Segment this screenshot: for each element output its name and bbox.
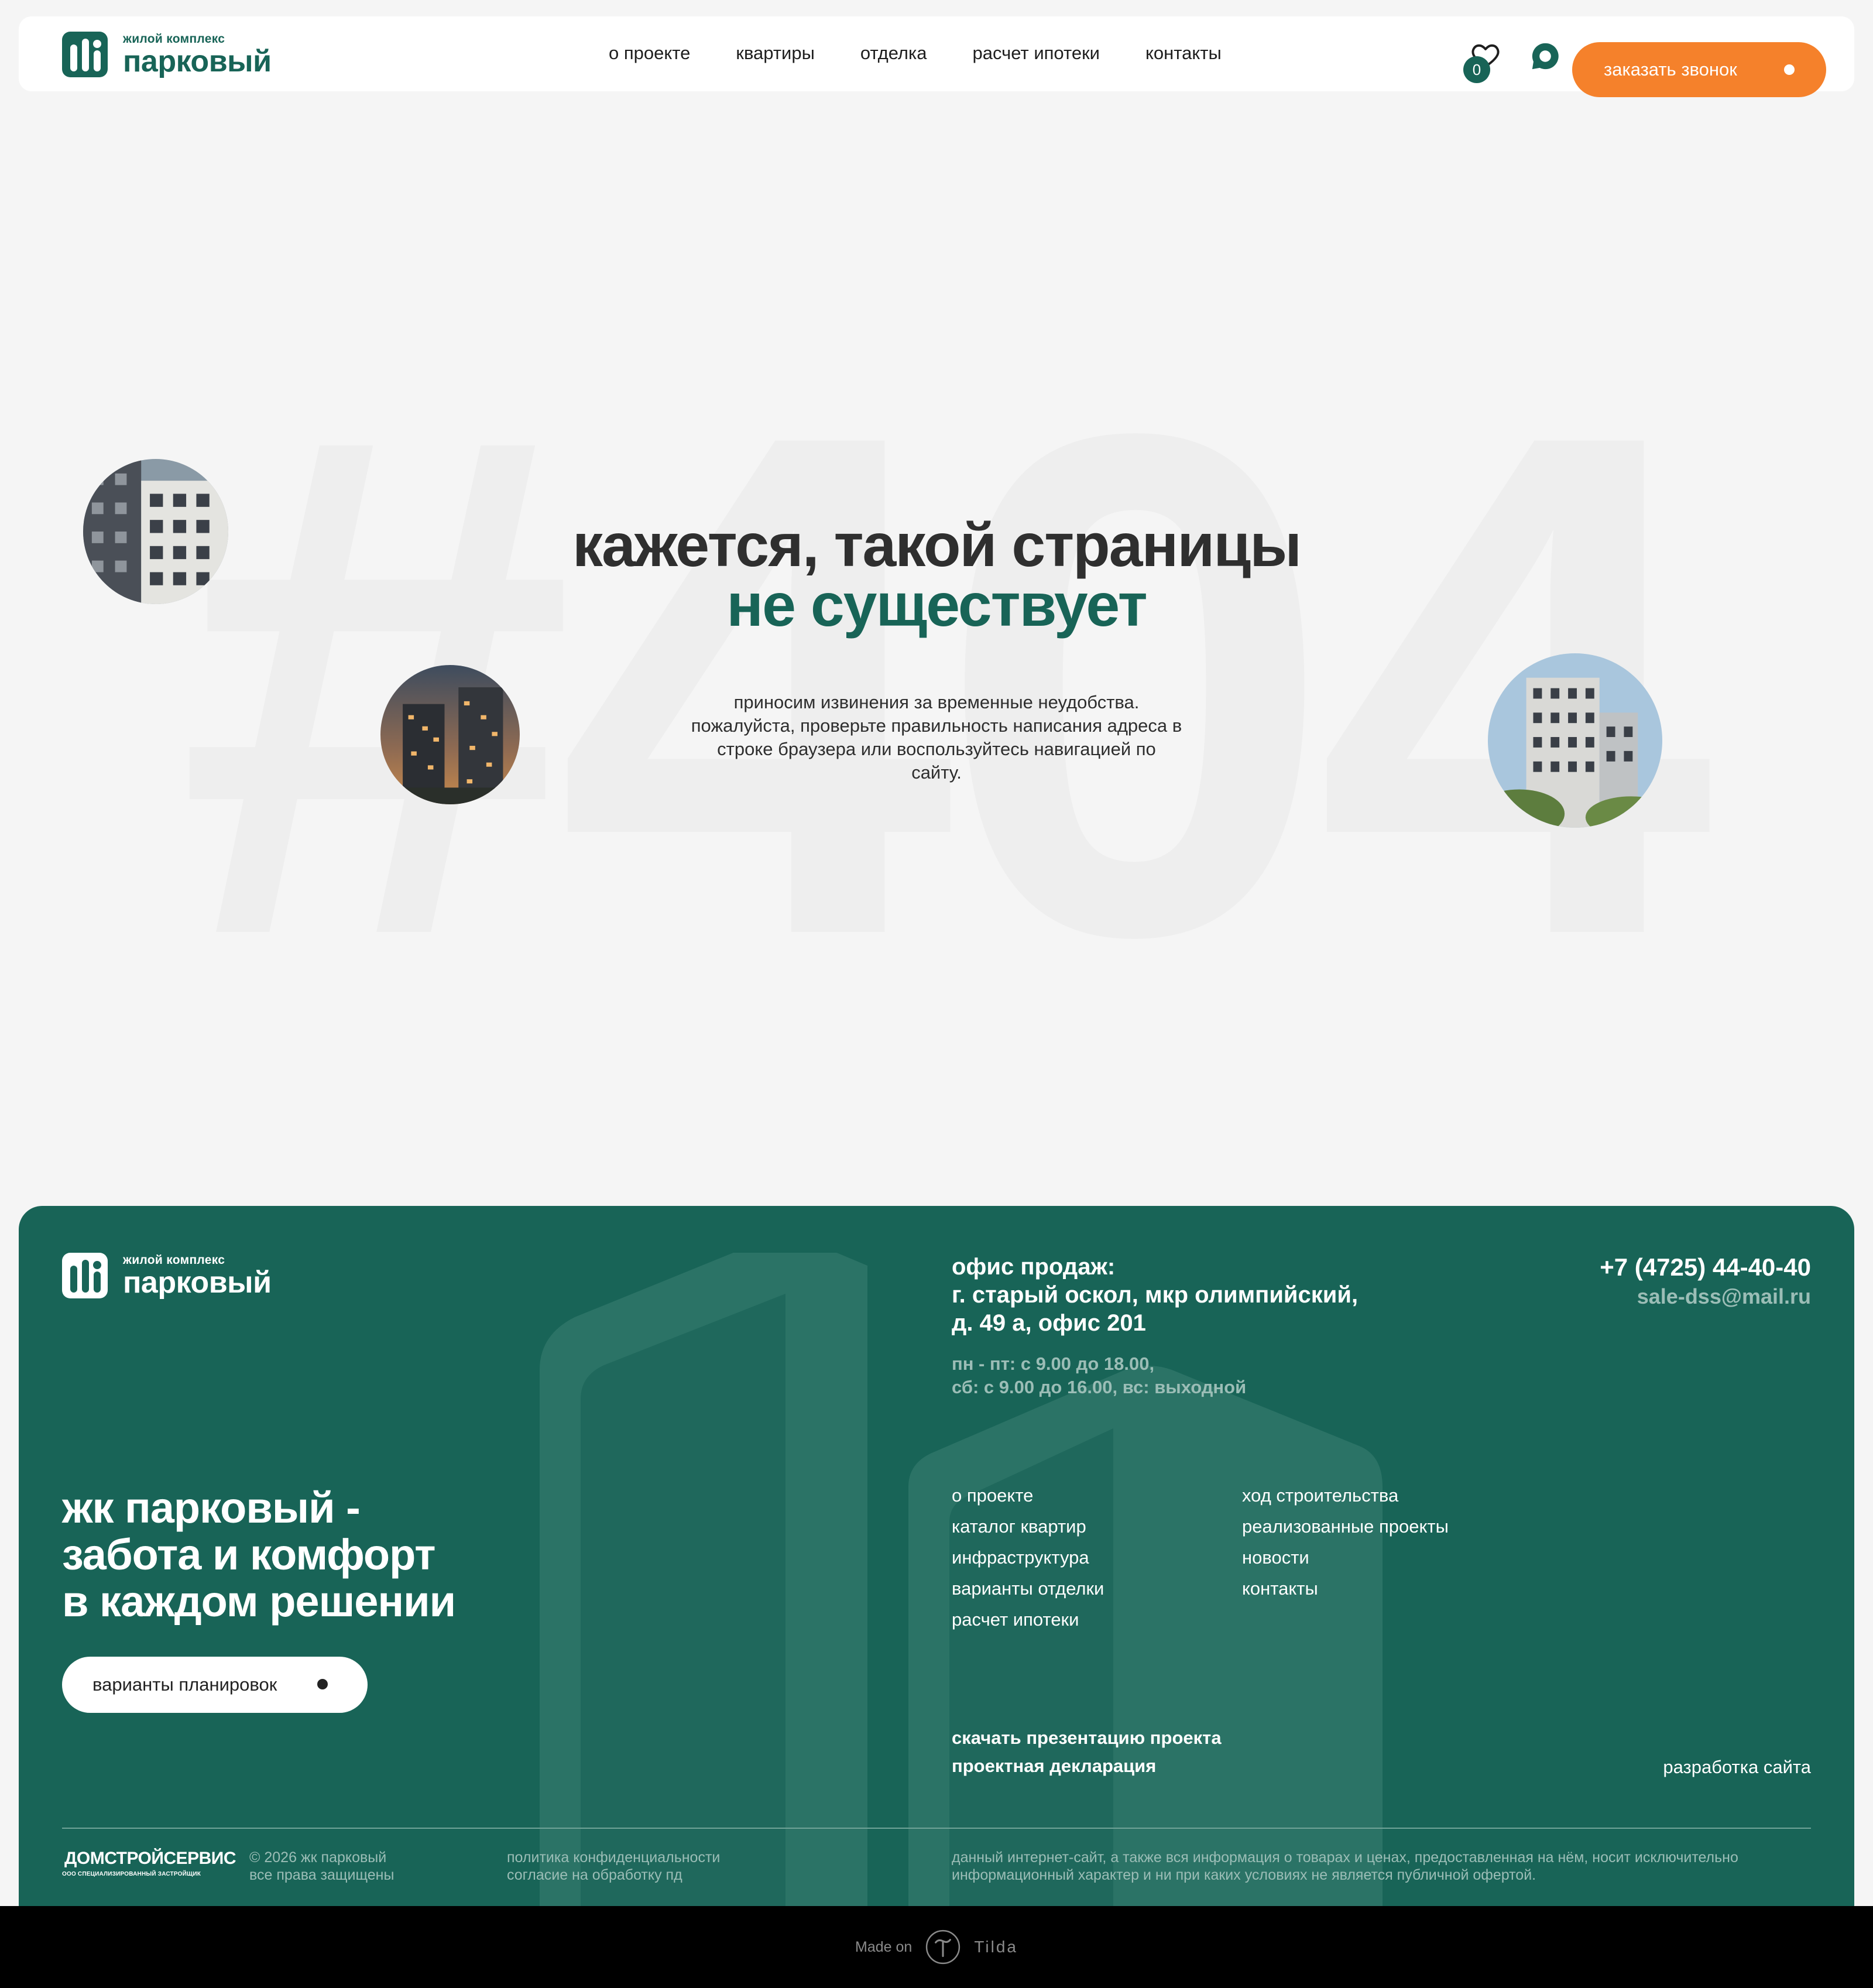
logo-mark-icon <box>62 1253 108 1298</box>
nav-mortgage[interactable]: расчет ипотеки <box>973 42 1100 64</box>
favorites-count-badge: 0 <box>1463 56 1490 83</box>
privacy-policy-link[interactable]: политика конфиденциальности <box>507 1849 720 1866</box>
footer-link-contacts[interactable]: контакты <box>1242 1578 1449 1600</box>
slogan-line: жк парковый - <box>62 1483 361 1532</box>
error-title-line1: кажется, такой страницы <box>572 512 1302 580</box>
button-dot-icon <box>1784 64 1795 75</box>
favorites-button[interactable]: 0 <box>1463 40 1501 83</box>
office-hours-weekend: сб: с 9.00 до 16.00, вс: выходной <box>952 1377 1247 1397</box>
site-header: жилой комплекс парковый о проекте кварти… <box>19 16 1854 97</box>
logo-title: парковый <box>123 44 272 78</box>
logo-subtitle: жилой комплекс <box>123 32 225 46</box>
footer-slogan: жк парковый - забота и комфорт в каждом … <box>62 1483 456 1626</box>
slogan-line: в каждом решении <box>62 1577 456 1626</box>
logo-subtitle: жилой комплекс <box>123 1253 225 1267</box>
footer-contacts: +7 (4725) 44-40-40 sale-dss@mail.ru <box>1600 1252 1811 1310</box>
project-declaration-link[interactable]: проектная декларация <box>952 1755 1222 1777</box>
order-call-label: заказать звонок <box>1604 59 1737 80</box>
phone-link[interactable]: +7 (4725) 44-40-40 <box>1600 1252 1811 1283</box>
logo-title: парковый <box>123 1265 272 1300</box>
copyright-line1: © 2026 жк парковый <box>249 1849 387 1866</box>
error-description: приносим извинения за временные неудобст… <box>691 692 1182 783</box>
download-presentation-link[interactable]: скачать презентацию проекта <box>952 1727 1222 1749</box>
made-on-label: Made on <box>855 1938 913 1955</box>
footer-link-projects[interactable]: реализованные проекты <box>1242 1516 1449 1538</box>
legal-disclaimer: данный интернет-сайт, а также вся информ… <box>952 1849 1738 1883</box>
error-title: кажется, такой страницы не существует <box>0 515 1873 636</box>
footer-link-news[interactable]: новости <box>1242 1547 1449 1569</box>
footer-link-finishing[interactable]: варианты отделки <box>952 1578 1104 1600</box>
footer-links-col1: о проекте каталог квартир инфраструктура… <box>952 1485 1104 1631</box>
tilda-badge[interactable]: Made on Tilda <box>0 1906 1873 1988</box>
nav-finishing[interactable]: отделка <box>860 42 927 64</box>
floor-plans-label: варианты планировок <box>92 1674 277 1695</box>
main-nav: о проекте квартиры отделка расчет ипотек… <box>609 42 1222 64</box>
tilda-logo-icon <box>926 1929 960 1965</box>
building-photo-2 <box>380 665 520 804</box>
error-title-line2: не существует <box>726 571 1147 639</box>
order-call-button[interactable]: заказать звонок <box>1572 42 1826 97</box>
button-dot-icon <box>317 1679 328 1689</box>
site-development-link[interactable]: разработка сайта <box>1663 1756 1811 1778</box>
email-link[interactable]: sale-dss@mail.ru <box>1600 1283 1811 1310</box>
footer-divider <box>62 1828 1811 1829</box>
office-address-line1: г. старый оскол, мкр олимпийский, <box>952 1282 1359 1308</box>
building-photo-3 <box>1488 653 1662 828</box>
policy-links: политика конфиденциальности согласие на … <box>507 1849 720 1884</box>
nav-contacts[interactable]: контакты <box>1145 42 1222 64</box>
chat-icon[interactable] <box>1529 40 1562 73</box>
developer-name: ДОМСТРОЙСЕРВИС <box>64 1849 236 1868</box>
footer-link-construction[interactable]: ход строительства <box>1242 1485 1449 1507</box>
footer-links-col2: ход строительства реализованные проекты … <box>1242 1485 1449 1600</box>
footer-link-infrastructure[interactable]: инфраструктура <box>952 1547 1104 1569</box>
office-hours-weekdays: пн - пт: с 9.00 до 18.00, <box>952 1353 1155 1374</box>
nav-apartments[interactable]: квартиры <box>736 42 815 64</box>
footer-link-catalog[interactable]: каталог квартир <box>952 1516 1104 1538</box>
office-label: офис продаж: <box>952 1254 1116 1280</box>
site-footer: жилой комплекс парковый офис продаж: г. … <box>19 1206 1854 1908</box>
footer-link-mortgage[interactable]: расчет ипотеки <box>952 1609 1104 1631</box>
tilda-name: Tilda <box>974 1938 1018 1956</box>
logo-mark-icon <box>62 32 108 77</box>
developer-subtitle: ООО СПЕЦИАЛИЗИРОВАННЫЙ ЗАСТРОЙЩИК <box>62 1871 201 1877</box>
copyright: © 2026 жк парковый все права защищены <box>249 1849 394 1884</box>
copyright-line2: все права защищены <box>249 1867 395 1883</box>
footer-link-about[interactable]: о проекте <box>952 1485 1104 1507</box>
slogan-line: забота и комфорт <box>62 1530 436 1579</box>
header-logo[interactable]: жилой комплекс парковый <box>62 32 272 77</box>
nav-about[interactable]: о проекте <box>609 42 690 64</box>
data-consent-link[interactable]: согласие на обработку пд <box>507 1866 720 1884</box>
footer-documents: скачать презентацию проекта проектная де… <box>952 1727 1222 1777</box>
footer-logo[interactable]: жилой комплекс парковый <box>62 1253 272 1298</box>
office-address-line2: д. 49 а, офис 201 <box>952 1310 1146 1336</box>
floor-plans-button[interactable]: варианты планировок <box>62 1657 368 1713</box>
sales-office-info: офис продаж: г. старый оскол, мкр олимпи… <box>952 1253 1478 1399</box>
developer-logo[interactable]: ДОМСТРОЙСЕРВИС ООО СПЕЦИАЛИЗИРОВАННЫЙ ЗА… <box>62 1849 236 1877</box>
